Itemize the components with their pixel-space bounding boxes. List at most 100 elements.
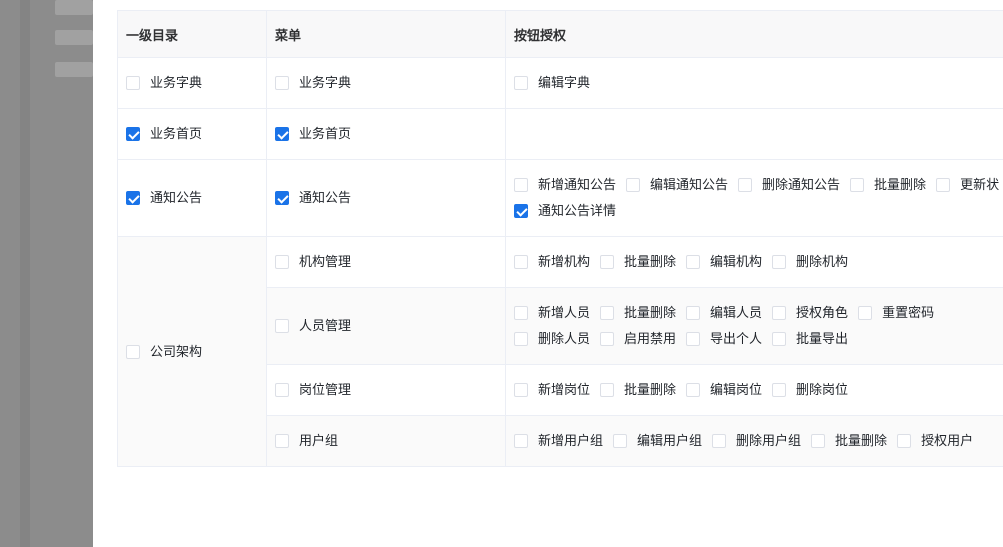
- menu-checkbox[interactable]: 业务首页: [275, 121, 351, 147]
- checkbox-label: 业务首页: [299, 126, 352, 141]
- button-auth-checkbox[interactable]: 编辑字典: [514, 70, 590, 96]
- checkbox-unchecked[interactable]: [936, 178, 951, 192]
- menu-checkbox[interactable]: 用户组: [275, 428, 338, 454]
- checkbox-checked[interactable]: [126, 191, 140, 205]
- checkbox-unchecked[interactable]: [712, 434, 727, 448]
- button-auth-checkbox[interactable]: 批量删除: [600, 300, 676, 326]
- backdrop-block: [55, 30, 93, 45]
- table-row: 业务首页 业务首页: [117, 108, 1003, 160]
- checkbox-label: 编辑岗位: [710, 382, 763, 397]
- checkbox-checked[interactable]: [514, 204, 528, 218]
- checkbox-unchecked[interactable]: [514, 434, 528, 448]
- checkbox-unchecked[interactable]: [275, 434, 289, 448]
- button-auth-checkbox[interactable]: 新增岗位: [514, 377, 590, 403]
- menu-cell: 通知公告: [266, 159, 506, 237]
- button-auth-checkbox[interactable]: 更新状: [936, 172, 999, 198]
- checkbox-unchecked[interactable]: [514, 178, 528, 192]
- checkbox-unchecked[interactable]: [772, 332, 787, 346]
- checkbox-unchecked[interactable]: [600, 255, 615, 269]
- checkbox-unchecked[interactable]: [600, 332, 615, 346]
- button-auth-checkbox[interactable]: 授权用户: [897, 428, 973, 454]
- button-auth-checkbox[interactable]: 删除机构: [772, 249, 848, 275]
- checkbox-unchecked[interactable]: [850, 178, 865, 192]
- menu-cell: 岗位管理: [266, 364, 506, 416]
- checkbox-checked[interactable]: [275, 127, 289, 141]
- checkbox-unchecked[interactable]: [514, 76, 528, 90]
- button-auth-cell: [505, 108, 1003, 160]
- checkbox-checked[interactable]: [275, 191, 289, 205]
- menu-checkbox[interactable]: 业务字典: [275, 70, 351, 96]
- checkbox-unchecked[interactable]: [275, 255, 289, 269]
- menu-cell: 机构管理: [266, 236, 506, 288]
- button-auth-checkbox[interactable]: 重置密码: [858, 300, 934, 326]
- checkbox-label: 机构管理: [299, 254, 352, 269]
- button-auth-checkbox[interactable]: 删除人员: [514, 326, 590, 352]
- checkbox-unchecked[interactable]: [686, 383, 701, 397]
- button-auth-checkbox[interactable]: 授权角色: [772, 300, 848, 326]
- button-auth-checkbox[interactable]: 批量删除: [600, 249, 676, 275]
- checkbox-unchecked[interactable]: [772, 306, 787, 320]
- checkbox-unchecked[interactable]: [897, 434, 912, 448]
- button-auth-checkbox[interactable]: 导出个人: [686, 326, 762, 352]
- button-auth-cell: 新增人员 批量删除 编辑人员 授权角色 重置密码删除人员 启用禁用 导出个人 批量导出: [505, 287, 1003, 365]
- checkbox-unchecked[interactable]: [686, 306, 701, 320]
- button-auth-checkbox[interactable]: 批量删除: [850, 172, 926, 198]
- button-auth-cell: 新增机构 批量删除 编辑机构 删除机构: [505, 236, 1003, 288]
- checkbox-unchecked[interactable]: [738, 178, 753, 192]
- checkbox-unchecked[interactable]: [613, 434, 628, 448]
- checkbox-unchecked[interactable]: [275, 319, 289, 333]
- button-auth-checkbox[interactable]: 删除通知公告: [738, 172, 840, 198]
- button-auth-checkbox[interactable]: 批量删除: [811, 428, 887, 454]
- button-auth-checkbox[interactable]: 编辑通知公告: [626, 172, 728, 198]
- checkbox-label: 删除用户组: [736, 433, 802, 448]
- checkbox-label: 岗位管理: [299, 382, 352, 397]
- checkbox-unchecked[interactable]: [275, 76, 289, 90]
- checkbox-unchecked[interactable]: [514, 383, 528, 397]
- button-auth-checkbox[interactable]: 编辑用户组: [613, 428, 702, 454]
- checkbox-unchecked[interactable]: [811, 434, 826, 448]
- button-auth-checkbox[interactable]: 新增通知公告: [514, 172, 616, 198]
- button-auth-checkbox[interactable]: 批量导出: [772, 326, 848, 352]
- button-auth-checkbox[interactable]: 通知公告详情: [514, 198, 616, 224]
- button-auth-cell: 新增岗位 批量删除 编辑岗位 删除岗位: [505, 364, 1003, 416]
- level1-checkbox[interactable]: 业务首页: [126, 121, 202, 147]
- button-auth-checkbox[interactable]: 批量删除: [600, 377, 676, 403]
- menu-checkbox[interactable]: 岗位管理: [275, 377, 351, 403]
- checkbox-unchecked[interactable]: [126, 76, 140, 90]
- level1-checkbox[interactable]: 业务字典: [126, 70, 202, 96]
- menu-checkbox[interactable]: 通知公告: [275, 185, 351, 211]
- checkbox-label: 编辑机构: [710, 254, 763, 269]
- checkbox-unchecked[interactable]: [514, 255, 528, 269]
- button-auth-checkbox[interactable]: 新增机构: [514, 249, 590, 275]
- checkbox-unchecked[interactable]: [514, 306, 528, 320]
- level1-checkbox[interactable]: 公司架构: [126, 339, 202, 365]
- header-menu: 菜单: [266, 10, 506, 58]
- checkbox-unchecked[interactable]: [686, 332, 701, 346]
- checkbox-unchecked[interactable]: [600, 383, 615, 397]
- button-auth-checkbox[interactable]: 删除用户组: [712, 428, 801, 454]
- button-auth-cell: 编辑字典: [505, 57, 1003, 109]
- checkbox-checked[interactable]: [126, 127, 140, 141]
- button-auth-checkbox[interactable]: 编辑机构: [686, 249, 762, 275]
- checkbox-unchecked[interactable]: [626, 178, 641, 192]
- button-auth-checkbox[interactable]: 删除岗位: [772, 377, 848, 403]
- button-auth-checkbox[interactable]: 编辑岗位: [686, 377, 762, 403]
- checkbox-unchecked[interactable]: [772, 255, 787, 269]
- checkbox-unchecked[interactable]: [772, 383, 787, 397]
- button-auth-checkbox[interactable]: 编辑人员: [686, 300, 762, 326]
- checkbox-label: 批量删除: [624, 254, 677, 269]
- checkbox-unchecked[interactable]: [686, 255, 701, 269]
- checkbox-label: 删除机构: [796, 254, 849, 269]
- checkbox-unchecked[interactable]: [858, 306, 873, 320]
- button-auth-checkbox[interactable]: 新增用户组: [514, 428, 603, 454]
- table-header-row: 一级目录 菜单 按钮授权: [117, 10, 1003, 58]
- menu-checkbox[interactable]: 人员管理: [275, 313, 351, 339]
- menu-checkbox[interactable]: 机构管理: [275, 249, 351, 275]
- checkbox-unchecked[interactable]: [600, 306, 615, 320]
- level1-checkbox[interactable]: 通知公告: [126, 185, 202, 211]
- checkbox-unchecked[interactable]: [514, 332, 528, 346]
- checkbox-unchecked[interactable]: [126, 344, 140, 359]
- checkbox-unchecked[interactable]: [275, 383, 289, 397]
- button-auth-checkbox[interactable]: 启用禁用: [600, 326, 676, 352]
- button-auth-checkbox[interactable]: 新增人员: [514, 300, 590, 326]
